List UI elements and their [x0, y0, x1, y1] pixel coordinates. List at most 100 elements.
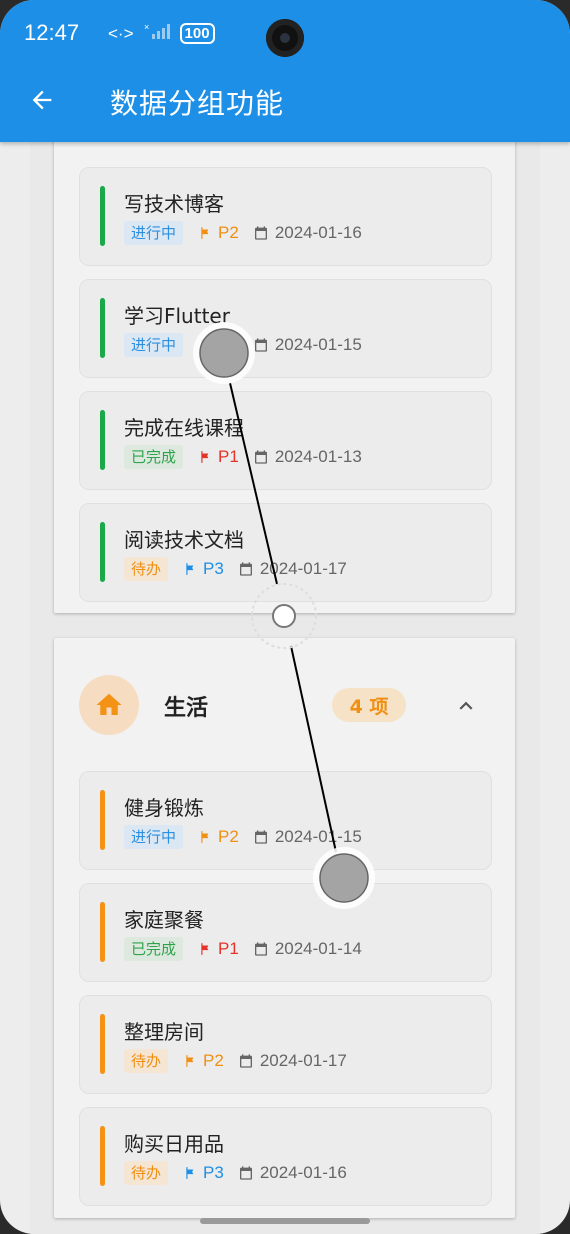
calendar-icon	[254, 226, 267, 240]
status-badge: 已完成	[124, 445, 184, 469]
calendar-icon	[239, 1054, 252, 1068]
flag-icon	[186, 563, 194, 575]
priority: P1	[199, 447, 239, 467]
status-badge: 待办	[124, 1161, 169, 1185]
task-card[interactable]: 购买日用品 待办 P3 2024-01-16	[79, 1107, 492, 1206]
home-indicator[interactable]	[200, 1218, 370, 1224]
flag-icon	[201, 831, 209, 843]
task-card[interactable]: 健身锻炼 进行中 P2 2024-01-15	[79, 771, 492, 870]
category-bar	[100, 410, 105, 470]
due-date: 2024-01-15	[253, 827, 362, 847]
task-title: 完成在线课程	[124, 416, 244, 440]
priority-label: P2	[218, 223, 239, 242]
battery-indicator: 100	[179, 23, 215, 44]
app-bar: 12:47 <·> × 100 数据分组功能	[0, 0, 570, 142]
task-meta: 待办 P3 2024-01-17	[124, 557, 347, 581]
category-bar	[100, 790, 105, 850]
task-meta: 待办 P3 2024-01-16	[124, 1161, 347, 1185]
task-title: 家庭聚餐	[124, 908, 204, 932]
category-bar	[100, 186, 105, 246]
priority: P2	[184, 1051, 224, 1071]
date-label: 2024-01-16	[259, 1163, 347, 1182]
due-date: 2024-01-15	[253, 335, 362, 355]
due-date: 2024-01-17	[238, 559, 347, 579]
due-date: 2024-01-13	[253, 447, 362, 467]
flag-icon	[201, 339, 209, 351]
priority-label: P3	[203, 559, 224, 578]
date-label: 2024-01-17	[259, 1051, 347, 1070]
calendar-icon	[254, 450, 267, 464]
group-icon	[79, 675, 139, 735]
task-card[interactable]: 阅读技术文档 待办 P3 2024-01-17	[79, 503, 492, 602]
priority: P3	[184, 559, 224, 579]
screen: 12:47 <·> × 100 数据分组功能 写技术博客 进行中 P2 2024…	[0, 0, 570, 1234]
task-card[interactable]: 写技术博客 进行中 P2 2024-01-16	[79, 167, 492, 266]
task-meta: 进行中 P2 2024-01-15	[124, 825, 362, 849]
priority: P2	[199, 223, 239, 243]
due-date: 2024-01-16	[238, 1163, 347, 1183]
task-card[interactable]: 学习Flutter 进行中 P2 2024-01-15	[79, 279, 492, 378]
calendar-icon	[239, 1166, 252, 1180]
category-bar	[100, 298, 105, 358]
task-meta: 进行中 P2 2024-01-15	[124, 333, 362, 357]
back-button[interactable]	[22, 80, 62, 120]
status-time: 12:47	[24, 20, 80, 45]
priority-label: P1	[218, 447, 239, 466]
task-title: 阅读技术文档	[124, 528, 244, 552]
home-icon	[96, 693, 122, 715]
flag-icon	[186, 1167, 194, 1179]
task-meta: 待办 P2 2024-01-17	[124, 1049, 347, 1073]
date-label: 2024-01-13	[274, 447, 362, 466]
date-label: 2024-01-14	[274, 939, 362, 958]
priority-label: P2	[218, 827, 239, 846]
priority: P2	[199, 335, 239, 355]
calendar-icon	[254, 942, 267, 956]
due-date: 2024-01-17	[238, 1051, 347, 1071]
task-title: 学习Flutter	[124, 304, 230, 328]
status-badge: 进行中	[124, 221, 184, 245]
category-bar	[100, 1014, 105, 1074]
due-date: 2024-01-14	[253, 939, 362, 959]
priority-label: P1	[218, 939, 239, 958]
task-title: 写技术博客	[124, 192, 224, 216]
camera-cutout	[266, 19, 304, 57]
signal-icon: ×	[144, 22, 170, 45]
collapse-button[interactable]	[452, 692, 480, 720]
page-title: 数据分组功能	[110, 87, 285, 120]
calendar-icon	[254, 830, 267, 844]
task-title: 健身锻炼	[124, 796, 204, 820]
task-card[interactable]: 整理房间 待办 P2 2024-01-17	[79, 995, 492, 1094]
status-badge: 待办	[124, 1049, 169, 1073]
date-label: 2024-01-17	[259, 559, 347, 578]
category-bar	[100, 902, 105, 962]
flag-icon	[201, 943, 209, 955]
status-badge: 进行中	[124, 825, 184, 849]
task-card[interactable]: 完成在线课程 已完成 P1 2024-01-13	[79, 391, 492, 490]
task-card[interactable]: 家庭聚餐 已完成 P1 2024-01-14	[79, 883, 492, 982]
flag-icon	[186, 1055, 194, 1067]
task-title: 购买日用品	[124, 1132, 224, 1156]
date-label: 2024-01-15	[274, 827, 362, 846]
due-date: 2024-01-16	[253, 223, 362, 243]
status-badge: 进行中	[124, 333, 184, 357]
date-label: 2024-01-15	[274, 335, 362, 354]
date-label: 2024-01-16	[274, 223, 362, 242]
priority: P2	[199, 827, 239, 847]
task-meta: 已完成 P1 2024-01-13	[124, 445, 362, 469]
status-icons: <·> × 100	[108, 22, 215, 45]
group-title: 生活	[164, 696, 209, 721]
status-badge: 已完成	[124, 937, 184, 961]
status-badge: 待办	[124, 557, 169, 581]
priority-label: P2	[218, 335, 239, 354]
task-title: 整理房间	[124, 1020, 204, 1044]
group-count-badge: 4 项	[332, 688, 406, 722]
category-bar	[100, 522, 105, 582]
svg-text:×: ×	[144, 22, 149, 32]
calendar-icon	[239, 562, 252, 576]
priority: P1	[199, 939, 239, 959]
calendar-icon	[254, 338, 267, 352]
task-meta: 进行中 P2 2024-01-16	[124, 221, 362, 245]
flag-icon	[201, 227, 209, 239]
priority-label: P3	[203, 1163, 224, 1182]
network-icon: <·>	[108, 23, 134, 43]
